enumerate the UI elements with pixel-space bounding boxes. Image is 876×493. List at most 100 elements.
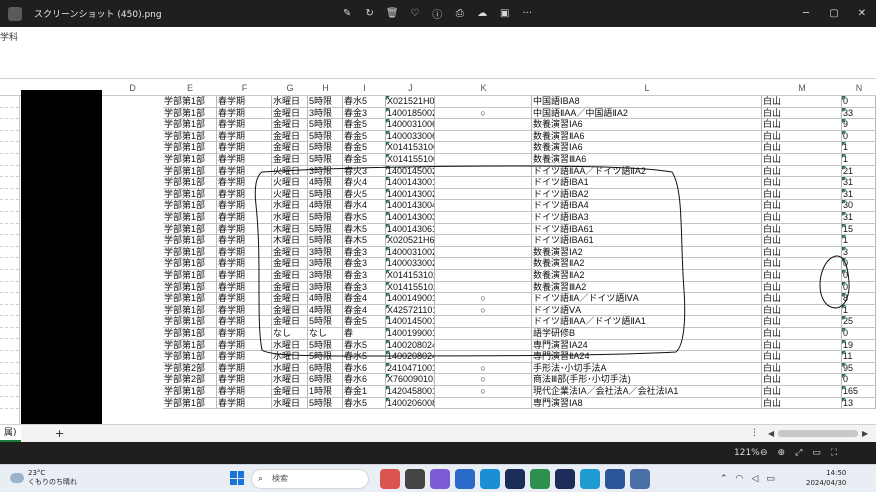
clipchamp-icon[interactable]: ▣ (494, 8, 517, 19)
cell-period[interactable]: 3時限 (308, 165, 343, 178)
cell-period[interactable]: 4時限 (308, 304, 343, 317)
cell-course-name[interactable]: 専門演習ⅠA8 (532, 397, 762, 410)
cell-period[interactable]: 3時限 (308, 281, 343, 294)
cell-count[interactable]: 30 (842, 200, 876, 212)
horizontal-scrollbar[interactable] (778, 430, 858, 437)
close-icon[interactable]: ✕ (848, 0, 876, 27)
cell-course-code[interactable]: X014153106 (386, 142, 435, 154)
word-icon[interactable] (605, 469, 625, 489)
cell-mark[interactable] (435, 246, 532, 259)
cell-mark[interactable] (435, 281, 532, 294)
cell-campus[interactable]: 白山 (762, 386, 842, 398)
cell-mark[interactable] (435, 165, 532, 178)
cell-term[interactable]: 春学期 (217, 316, 272, 328)
cell-course-name[interactable]: ドイツ語ⅠBA1 (532, 177, 762, 189)
cell-course-code[interactable]: 1400143004 (386, 200, 435, 212)
windows-start-icon[interactable] (230, 471, 244, 485)
cell-course-code[interactable]: 1400149001 (386, 293, 435, 305)
cell-course-code[interactable]: X014155106 (386, 154, 435, 166)
cell-mark[interactable] (435, 130, 532, 143)
cell-term[interactable]: 春学期 (217, 165, 272, 178)
webex-icon[interactable] (505, 469, 525, 489)
cell-faculty[interactable]: 学部第1部 (163, 212, 217, 224)
cell-slot[interactable]: 春水6 (343, 362, 386, 375)
cell-count[interactable]: 11 (842, 351, 876, 363)
cell-faculty[interactable]: 学部第1部 (163, 293, 217, 305)
cell-slot[interactable]: 春木5 (343, 223, 386, 236)
wifi-icon[interactable]: ◠ (736, 474, 744, 484)
cell-course-code[interactable]: 1400206008 (386, 397, 435, 410)
cell-course-name[interactable]: 数養演習ⅡA6 (532, 130, 762, 143)
cell-course-name[interactable]: 専門演習ⅡA24 (532, 351, 762, 363)
cell-term[interactable]: 春学期 (217, 107, 272, 120)
cell-faculty[interactable]: 学部第1部 (163, 107, 217, 120)
cell-mark[interactable] (435, 339, 532, 352)
cell-course-code[interactable]: 1400208024 (386, 339, 435, 352)
cell-count[interactable]: 21 (842, 165, 876, 178)
cell-course-name[interactable]: ドイツ語ⅠBA4 (532, 200, 762, 212)
cell-campus[interactable]: 白山 (762, 246, 842, 259)
cell-count[interactable]: 31 (842, 177, 876, 189)
cell-period[interactable]: 5時限 (308, 235, 343, 247)
cell-weekday[interactable]: 金曜日 (272, 142, 308, 154)
cell-weekday[interactable]: 金曜日 (272, 107, 308, 120)
cell-mark[interactable]: ○ (435, 107, 532, 120)
cell-weekday[interactable]: 金曜日 (272, 258, 308, 270)
cell-course-name[interactable]: 商法Ⅲ部(手形･小切手法) (532, 374, 762, 386)
cell-campus[interactable]: 白山 (762, 188, 842, 201)
cell-slot[interactable]: 春金5 (343, 130, 386, 143)
cell-weekday[interactable]: 金曜日 (272, 246, 308, 259)
cell-campus[interactable]: 白山 (762, 328, 842, 340)
cell-course-code[interactable]: X014153102 (386, 270, 435, 282)
cell-count[interactable]: 19 (842, 339, 876, 352)
cell-weekday[interactable]: 金曜日 (272, 293, 308, 305)
cell-mark[interactable] (435, 188, 532, 201)
cell-weekday[interactable]: 金曜日 (272, 119, 308, 131)
cell-count[interactable]: 0 (842, 374, 876, 386)
cell-course-name[interactable]: ドイツ語ⅡA／ドイツ語ⅣA (532, 293, 762, 305)
cell-slot[interactable]: 春金3 (343, 258, 386, 270)
cell-faculty[interactable]: 学部第1部 (163, 281, 217, 294)
cell-mark[interactable] (435, 235, 532, 247)
cell-slot[interactable]: 春火3 (343, 165, 386, 178)
cell-period[interactable]: 5時限 (308, 316, 343, 328)
cell-mark[interactable] (435, 96, 532, 108)
cell-mark[interactable] (435, 212, 532, 224)
cell-course-code[interactable]: X760090101 (386, 374, 435, 386)
cell-mark[interactable]: ○ (435, 304, 532, 317)
edit-icon[interactable]: ✎ (336, 8, 359, 19)
cell-campus[interactable]: 白山 (762, 223, 842, 236)
cell-count[interactable]: 0 (842, 270, 876, 282)
cell-weekday[interactable]: 金曜日 (272, 304, 308, 317)
cell-weekday[interactable]: 火曜日 (272, 177, 308, 189)
cell-faculty[interactable]: 学部第1部 (163, 223, 217, 236)
chevron-up-icon[interactable]: ⌃ (720, 474, 728, 484)
cell-count[interactable]: 8 (842, 293, 876, 305)
chat-icon[interactable] (430, 469, 450, 489)
cell-course-code[interactable]: X020521H61 (386, 235, 435, 247)
cell-slot[interactable]: 春金3 (343, 107, 386, 120)
cell-course-code[interactable]: 1400033006 (386, 130, 435, 143)
cell-campus[interactable]: 白山 (762, 235, 842, 247)
cell-course-name[interactable]: 数養演習ⅠA6 (532, 119, 762, 131)
cell-campus[interactable]: 白山 (762, 374, 842, 386)
cell-course-code[interactable]: 1420458001 (386, 386, 435, 398)
cell-weekday[interactable]: 水曜日 (272, 339, 308, 352)
cell-period[interactable]: 5時限 (308, 339, 343, 352)
cell-term[interactable]: 春学期 (217, 223, 272, 236)
slideshow-icon[interactable]: ▭ (812, 448, 821, 458)
cell-period[interactable]: 5時限 (308, 351, 343, 363)
cell-course-code[interactable]: 1400145001 (386, 316, 435, 328)
rotate-icon[interactable]: ↻ (359, 8, 382, 19)
cell-campus[interactable]: 白山 (762, 107, 842, 120)
cell-campus[interactable]: 白山 (762, 96, 842, 108)
cell-count[interactable]: 9 (842, 119, 876, 131)
fullscreen-icon[interactable]: ⛶ (831, 448, 837, 458)
cell-course-code[interactable]: X014155102 (386, 281, 435, 294)
cell-course-name[interactable]: 数養演習ⅡA2 (532, 270, 762, 282)
cell-weekday[interactable]: 木曜日 (272, 235, 308, 247)
cell-mark[interactable] (435, 200, 532, 212)
cell-course-code[interactable]: 1400143002 (386, 188, 435, 201)
cell-faculty[interactable]: 学部第2部 (163, 374, 217, 386)
cell-term[interactable]: 春学期 (217, 212, 272, 224)
